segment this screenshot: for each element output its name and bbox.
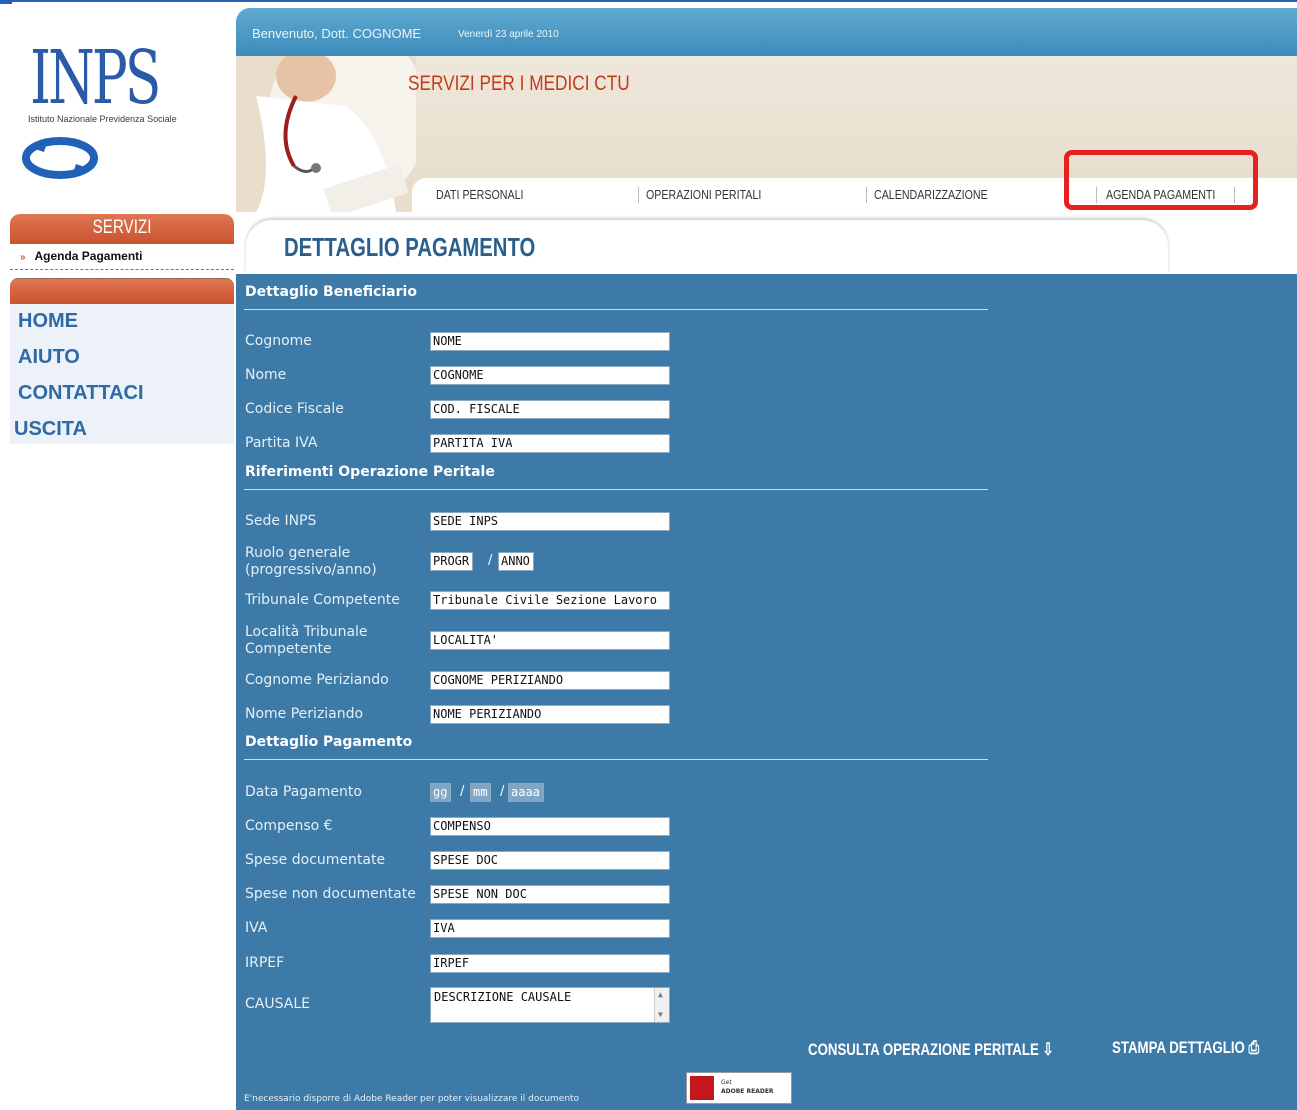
cognome-label: Cognome [245, 333, 312, 349]
scroll-up-icon[interactable]: ▲ [658, 990, 663, 999]
servizi-header: SERVIZI [10, 214, 234, 244]
spese-non-doc-field[interactable]: SPESE NON DOC [430, 885, 670, 904]
compenso-label: Compenso € [245, 818, 333, 834]
nome-label: Nome [245, 367, 287, 383]
consulta-operazione-link[interactable]: CONSULTA OPERAZIONE PERITALE ⇩ [808, 1040, 1054, 1060]
nome-field[interactable]: COGNOME [430, 366, 670, 385]
localita-sublabel: Competente [245, 641, 332, 657]
page-title: DETTAGLIO PAGAMENTO [284, 232, 536, 262]
tab-separator [1234, 187, 1235, 203]
inps-logo[interactable]: INPS Istituto Nazionale Previdenza Socia… [12, 35, 232, 192]
spese-doc-label: Spese documentate [245, 852, 386, 868]
download-icon: ⇩ [1042, 1040, 1054, 1059]
top-border [0, 0, 1297, 8]
tab-calendarizzazione[interactable]: CALENDARIZZAZIONE [874, 178, 988, 212]
cognome-periziando-label: Cognome Periziando [245, 672, 389, 688]
data-day-field[interactable]: gg [430, 783, 452, 802]
sidebar-item-label: Agenda Pagamenti [34, 249, 143, 263]
localita-label: Località Tribunale [245, 624, 368, 640]
data-year-field[interactable]: aaaa [508, 783, 544, 802]
tab-dati-personali[interactable]: DATI PERSONALI [436, 178, 523, 212]
consulta-label: CONSULTA OPERAZIONE PERITALE [808, 1040, 1039, 1059]
scroll-down-icon[interactable]: ▼ [658, 1010, 663, 1019]
left-sidebar: INPS Istituto Nazionale Previdenza Socia… [0, 8, 236, 1110]
logo-text: INPS [30, 35, 161, 121]
localita-field[interactable]: LOCALITA' [430, 631, 670, 650]
section-beneficiario: Dettaglio Beneficiario [245, 284, 417, 300]
compenso-field[interactable]: COMPENSO [430, 817, 670, 836]
ruolo-generale-label: Ruolo generale [245, 545, 351, 561]
tribunale-field[interactable]: Tribunale Civile Sezione Lavoro [430, 591, 670, 610]
tab-separator [866, 187, 867, 203]
main-tabs: DATI PERSONALI OPERAZIONI PERITALI CALEN… [412, 178, 1297, 212]
servizi-title: SERVIZI [92, 217, 152, 238]
sede-inps-field[interactable]: SEDE INPS [430, 512, 670, 531]
causale-textarea[interactable]: DESCRIZIONE CAUSALE ▲ ▼ [430, 987, 670, 1023]
section-divider [244, 309, 988, 310]
double-chevron-right-icon: » [20, 252, 26, 263]
irpef-field[interactable]: IRPEF [430, 954, 670, 973]
welcome-text: Benvenuto, Dott. COGNOME [252, 26, 422, 41]
section-divider [244, 759, 988, 760]
inps-emblem-icon [22, 137, 98, 179]
adobe-reader-note: E'necessario disporre di Adobe Reader pe… [244, 1094, 580, 1104]
get-adobe-reader-badge[interactable]: Get ADOBE READER [686, 1072, 792, 1104]
causale-scrollbar[interactable]: ▲ ▼ [654, 988, 669, 1022]
sidebar-divider-bar [10, 278, 234, 304]
badge-reader-text: ADOBE READER [721, 1088, 774, 1095]
banner-title: SERVIZI PER I MEDICI CTU [408, 72, 630, 95]
spese-non-doc-label: Spese non documentate [245, 886, 416, 902]
nome-periziando-label: Nome Periziando [245, 706, 364, 722]
partita-iva-label: Partita IVA [245, 435, 318, 451]
page-title-bar: DETTAGLIO PAGAMENTO [236, 212, 1297, 274]
date-separator: / [500, 784, 505, 799]
welcome-bar: Benvenuto, Dott. COGNOME Venerdì 23 apri… [236, 8, 1297, 56]
logo-subtitle: Istituto Nazionale Previdenza Sociale [28, 114, 177, 124]
stampa-label: STAMPA DETTAGLIO [1112, 1038, 1245, 1057]
cognome-field[interactable]: NOME [430, 332, 670, 351]
nav-uscita-link[interactable]: USCITA [14, 418, 87, 441]
nav-home-link[interactable]: HOME [18, 310, 78, 333]
printer-icon: ⎙ [1248, 1038, 1260, 1057]
causale-value: DESCRIZIONE CAUSALE [434, 990, 572, 1004]
section-pagamento: Dettaglio Pagamento [245, 734, 413, 750]
sidebar-nav: HOME AIUTO CONTATTACI USCITA [10, 304, 234, 444]
ruolo-anno-field[interactable]: ANNO [498, 552, 534, 571]
header-banner: SERVIZI PER I MEDICI CTU DATI PERSONALI … [236, 56, 1297, 212]
tab-separator [638, 187, 639, 203]
cognome-periziando-field[interactable]: COGNOME PERIZIANDO [430, 671, 670, 690]
tab-operazioni-peritali[interactable]: OPERAZIONI PERITALI [646, 178, 761, 212]
spese-doc-field[interactable]: SPESE DOC [430, 851, 670, 870]
sidebar-item-agenda-pagamenti[interactable]: » Agenda Pagamenti [10, 244, 234, 270]
codice-fiscale-label: Codice Fiscale [245, 401, 344, 417]
top-border-corner [0, 0, 12, 4]
sede-inps-label: Sede INPS [245, 513, 317, 529]
nav-contattaci-link[interactable]: CONTATTACI [18, 382, 144, 405]
data-month-field[interactable]: mm [470, 783, 492, 802]
nome-periziando-field[interactable]: NOME PERIZIANDO [430, 705, 670, 724]
ruolo-progressivo-field[interactable]: PROGR [430, 552, 474, 571]
iva-label: IVA [245, 920, 268, 936]
current-date: Venerdì 23 aprile 2010 [458, 29, 559, 40]
badge-get-text: Get [721, 1079, 732, 1086]
stampa-dettaglio-link[interactable]: STAMPA DETTAGLIO ⎙ [1112, 1038, 1259, 1058]
section-riferimenti: Riferimenti Operazione Peritale [245, 464, 495, 480]
detail-form: Dettaglio Beneficiario Cognome NOME Nome… [236, 274, 1297, 1110]
iva-field[interactable]: IVA [430, 919, 670, 938]
ruolo-generale-sublabel: (progressivo/anno) [245, 562, 377, 578]
tab-separator [1096, 187, 1097, 203]
doctor-illustration [236, 56, 416, 212]
pdf-icon [690, 1076, 714, 1100]
partita-iva-field[interactable]: PARTITA IVA [430, 434, 670, 453]
ruolo-separator: / [488, 553, 493, 568]
causale-label: CAUSALE [245, 996, 310, 1012]
nav-aiuto-link[interactable]: AIUTO [18, 346, 80, 369]
irpef-label: IRPEF [245, 955, 285, 971]
section-divider [244, 489, 988, 490]
codice-fiscale-field[interactable]: COD. FISCALE [430, 400, 670, 419]
tab-agenda-pagamenti[interactable]: AGENDA PAGAMENTI [1106, 178, 1215, 212]
date-separator: / [460, 784, 465, 799]
tribunale-label: Tribunale Competente [245, 592, 400, 608]
data-pagamento-label: Data Pagamento [245, 784, 362, 800]
